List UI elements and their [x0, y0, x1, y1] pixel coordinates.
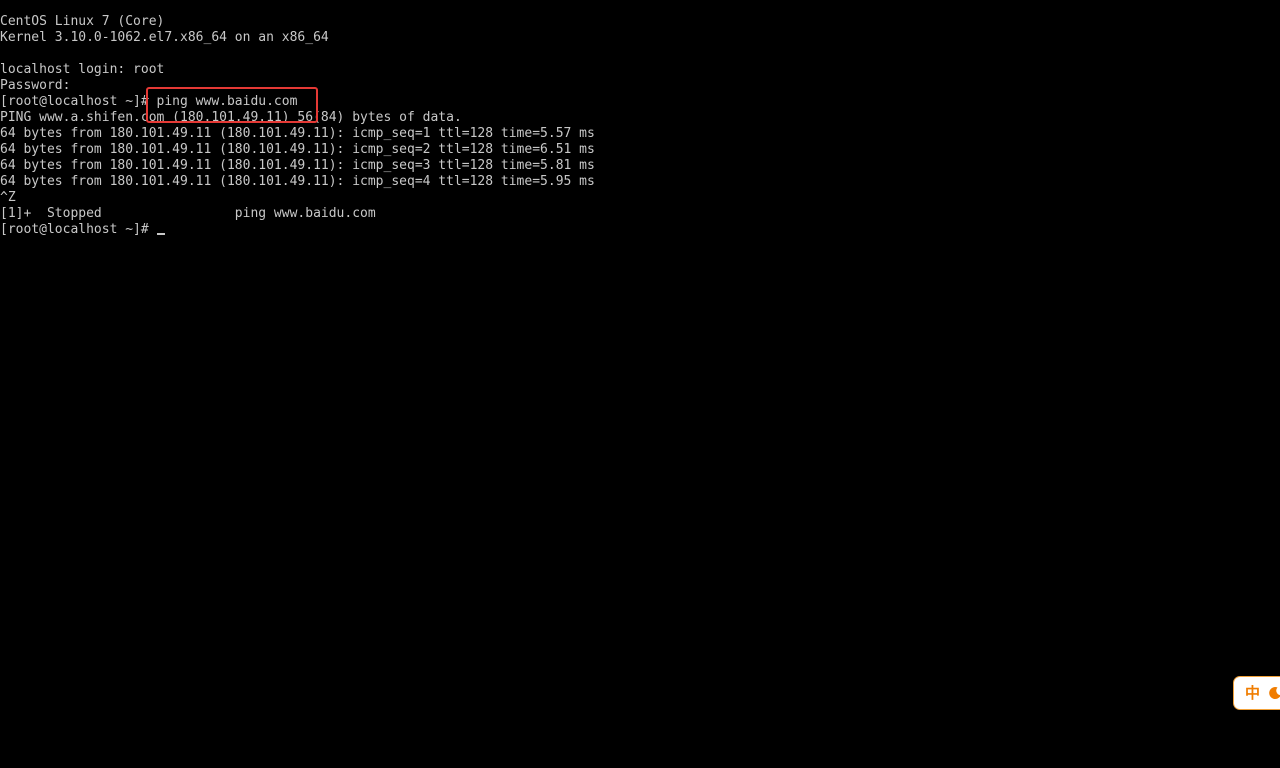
text-cursor: [156, 233, 165, 235]
command-prompt-line[interactable]: [root@localhost ~]#: [0, 222, 595, 238]
console-line: 64 bytes from 180.101.49.11 (180.101.49.…: [0, 126, 595, 141]
terminal-screen[interactable]: CentOS Linux 7 (Core) Kernel 3.10.0-1062.…: [0, 0, 1280, 768]
console-line: 64 bytes from 180.101.49.11 (180.101.49.…: [0, 158, 595, 173]
console-line: ^Z: [0, 190, 16, 205]
console-output: CentOS Linux 7 (Core) Kernel 3.10.0-1062.…: [0, 14, 595, 238]
console-line: [root@localhost ~]# ping www.baidu.com: [0, 94, 298, 109]
moon-icon[interactable]: [1268, 686, 1280, 700]
console-line: 64 bytes from 180.101.49.11 (180.101.49.…: [0, 174, 595, 189]
ime-status-widget[interactable]: 中: [1233, 676, 1280, 710]
console-line: localhost login: root: [0, 62, 165, 77]
console-line: CentOS Linux 7 (Core): [0, 14, 165, 29]
console-line: [1]+ Stopped ping www.baidu.com: [0, 206, 376, 221]
shell-prompt: [root@localhost ~]#: [0, 222, 157, 237]
console-line: Kernel 3.10.0-1062.el7.x86_64 on an x86_…: [0, 30, 329, 45]
console-line: PING www.a.shifen.com (180.101.49.11) 56…: [0, 110, 462, 125]
ime-language-indicator[interactable]: 中: [1245, 685, 1260, 701]
console-line: 64 bytes from 180.101.49.11 (180.101.49.…: [0, 142, 595, 157]
console-line: Password:: [0, 78, 71, 93]
